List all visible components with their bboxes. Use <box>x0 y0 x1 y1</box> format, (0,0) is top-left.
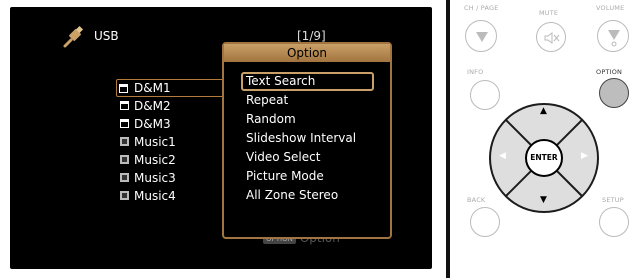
file-name: D&M3 <box>134 117 171 131</box>
list-item[interactable]: D&M1 <box>116 79 235 97</box>
music-file-icon <box>120 173 129 182</box>
music-file-icon <box>120 155 129 164</box>
menu-item-random[interactable]: Random <box>224 110 390 129</box>
list-item[interactable]: Music2 <box>118 151 235 169</box>
file-list: D&M1 D&M2 D&M3 Music1 Music2 Music3 Musi… <box>116 79 235 205</box>
menu-item-text-search[interactable]: Text Search <box>241 72 374 91</box>
up-arrow-icon[interactable]: ▲ <box>540 107 547 116</box>
usb-icon <box>63 25 84 48</box>
volume-label: VOLUME <box>596 4 625 12</box>
option-label: OPTION <box>596 68 623 76</box>
back-button[interactable] <box>470 207 500 237</box>
file-name: D&M2 <box>134 99 171 113</box>
list-item[interactable]: Music3 <box>118 169 235 187</box>
ch-page-down-button[interactable] <box>465 20 497 52</box>
back-label: BACK <box>467 196 486 204</box>
triangle-down-icon <box>608 30 620 47</box>
file-name: Music3 <box>134 171 176 185</box>
list-item[interactable]: Music1 <box>118 133 235 151</box>
menu-item-slideshow-interval[interactable]: Slideshow Interval <box>224 129 390 148</box>
right-arrow-icon[interactable]: ▶ <box>581 152 588 161</box>
music-file-icon <box>120 191 129 200</box>
folder-icon <box>120 119 129 128</box>
list-item[interactable]: D&M2 <box>118 97 235 115</box>
option-button[interactable] <box>599 78 629 108</box>
menu-item-video-select[interactable]: Video Select <box>224 148 390 167</box>
popup-menu: Text Search Repeat Random Slideshow Inte… <box>224 62 390 205</box>
setup-label: SETUP <box>602 196 624 204</box>
remote-control: CH / PAGE MUTE VOLUME INFO OPTION ▲ ▼ ◀ … <box>454 0 638 278</box>
mute-label: MUTE <box>539 9 559 17</box>
folder-icon <box>119 84 128 93</box>
option-menu-popup: Option Text Search Repeat Random Slidesh… <box>222 42 392 239</box>
list-item[interactable]: D&M3 <box>118 115 235 133</box>
menu-item-picture-mode[interactable]: Picture Mode <box>224 167 390 186</box>
file-name: Music2 <box>134 153 176 167</box>
speaker-mute-icon <box>544 32 560 44</box>
triangle-down-icon <box>476 32 488 42</box>
menu-item-repeat[interactable]: Repeat <box>224 91 390 110</box>
popup-title: Option <box>224 44 390 62</box>
down-arrow-icon[interactable]: ▼ <box>540 196 547 205</box>
file-name: D&M1 <box>134 81 171 95</box>
list-item[interactable]: Music4 <box>118 187 235 205</box>
source-label: USB <box>94 29 119 43</box>
ch-page-label: CH / PAGE <box>464 4 499 12</box>
page-counter: [1/9] <box>297 29 326 43</box>
file-name: Music1 <box>134 135 176 149</box>
info-label: INFO <box>467 68 484 76</box>
mute-button[interactable] <box>536 22 566 52</box>
file-name: Music4 <box>134 189 176 203</box>
folder-icon <box>120 101 129 110</box>
setup-button[interactable] <box>599 207 629 237</box>
enter-button[interactable]: ENTER <box>525 139 563 177</box>
volume-down-button[interactable] <box>597 20 629 52</box>
left-arrow-icon[interactable]: ◀ <box>499 152 506 161</box>
music-file-icon <box>120 137 129 146</box>
tv-screen: USB [1/9] D&M1 D&M2 D&M3 Music1 Music2 M… <box>0 0 439 275</box>
menu-item-all-zone-stereo[interactable]: All Zone Stereo <box>224 186 390 205</box>
screen-display: USB [1/9] D&M1 D&M2 D&M3 Music1 Music2 M… <box>10 7 432 269</box>
divider <box>446 0 450 278</box>
